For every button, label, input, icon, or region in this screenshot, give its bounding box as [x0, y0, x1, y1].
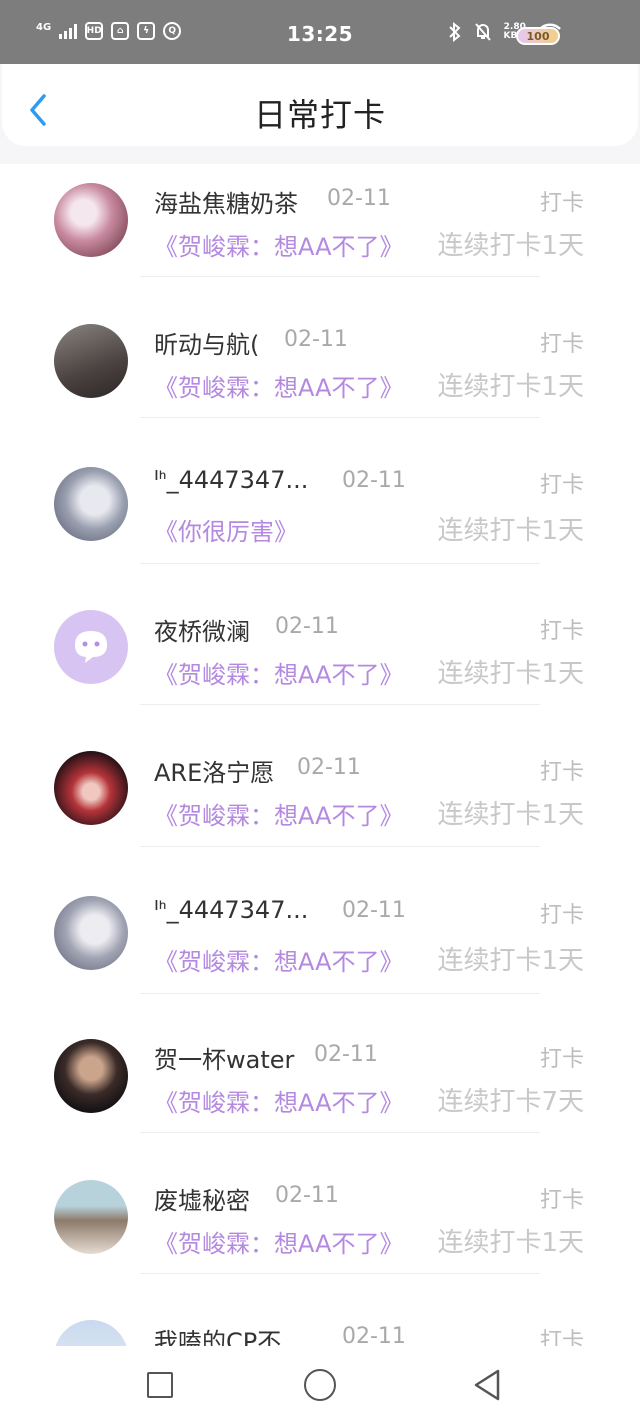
checkin-date: 02-11 — [275, 614, 339, 639]
avatar[interactable] — [54, 896, 128, 970]
list-item[interactable]: ᑊᑋ_4447347... 02-11 打卡 《贺峻霖：想AA不了》 连续打卡1… — [0, 876, 640, 1016]
streak-text: 连续打卡1天 — [437, 231, 584, 261]
divider — [140, 1132, 540, 1133]
user-name[interactable]: 废墟秘密 — [154, 1181, 250, 1216]
list-item[interactable]: ARE洛宁愿 02-11 打卡 《贺峻霖：想AA不了》 连续打卡1天 — [0, 733, 640, 873]
user-name[interactable]: 海盐焦糖奶茶 — [154, 184, 298, 219]
battery-indicator: 100 — [516, 27, 560, 45]
checkin-date: 02-11 — [342, 1324, 406, 1346]
list-item[interactable]: 昕动与航( 02-11 打卡 《贺峻霖：想AA不了》 连续打卡1天 — [0, 305, 640, 445]
list-item[interactable]: 废墟秘密 02-11 打卡 《贺峻霖：想AA不了》 连续打卡1天 — [0, 1161, 640, 1301]
checkin-date: 02-11 — [314, 1042, 378, 1067]
checkin-tag: 打卡 — [539, 1047, 584, 1072]
bluetooth-icon — [448, 22, 461, 42]
user-name[interactable]: 夜桥微澜 — [154, 612, 250, 647]
list-item[interactable]: ᑊᑋ_4447347... 02-11 打卡 《你很厉害》 连续打卡1天 — [0, 446, 640, 586]
checkin-tag: 打卡 — [539, 332, 584, 357]
mute-bell-icon — [474, 23, 491, 41]
topic-link[interactable]: 《贺峻霖：想AA不了》 — [154, 655, 404, 690]
divider — [140, 846, 540, 847]
avatar[interactable] — [54, 324, 128, 398]
avatar[interactable] — [54, 1180, 128, 1254]
streak-text: 连续打卡1天 — [437, 659, 584, 689]
avatar[interactable] — [54, 610, 128, 684]
status-bar: 4G HD ⌂ ϟ Q 13:25 2.80 KB/s 100 — [0, 0, 640, 64]
avatar[interactable] — [54, 183, 128, 257]
user-name[interactable]: 我嗑的CP不... — [154, 1322, 304, 1346]
avatar[interactable] — [54, 1320, 128, 1346]
checkin-date: 02-11 — [275, 1183, 339, 1208]
home-button[interactable] — [304, 1369, 336, 1401]
topic-link[interactable]: 《贺峻霖：想AA不了》 — [154, 796, 404, 831]
avatar[interactable] — [54, 467, 128, 541]
checkin-date: 02-11 — [284, 327, 348, 352]
user-name[interactable]: ᑊᑋ_4447347... — [154, 896, 308, 924]
list-item[interactable]: 我嗑的CP不... 02-11 打卡 — [0, 1302, 640, 1346]
topic-link[interactable]: 《你很厉害》 — [154, 512, 298, 547]
avatar[interactable] — [54, 751, 128, 825]
topic-link[interactable]: 《贺峻霖：想AA不了》 — [154, 368, 404, 403]
recent-apps-button[interactable] — [147, 1372, 173, 1398]
divider — [140, 1273, 540, 1274]
system-nav-bar — [0, 1346, 640, 1422]
divider — [140, 563, 540, 564]
topic-link[interactable]: 《贺峻霖：想AA不了》 — [154, 1083, 404, 1118]
streak-text: 连续打卡1天 — [437, 516, 584, 546]
checkin-tag: 打卡 — [539, 760, 584, 785]
avatar[interactable] — [54, 1039, 128, 1113]
checkin-tag: 打卡 — [539, 619, 584, 644]
divider — [140, 276, 540, 277]
divider — [140, 417, 540, 418]
checkin-tag: 打卡 — [539, 903, 584, 928]
user-name[interactable]: ᑊᑋ_4447347... — [154, 466, 308, 494]
checkin-tag: 打卡 — [539, 191, 584, 216]
streak-text: 连续打卡1天 — [437, 1228, 584, 1258]
checkin-date: 02-11 — [342, 898, 406, 923]
topic-link[interactable]: 《贺峻霖：想AA不了》 — [154, 227, 404, 262]
streak-text: 连续打卡1天 — [437, 372, 584, 402]
list-item[interactable]: 夜桥微澜 02-11 打卡 《贺峻霖：想AA不了》 连续打卡1天 — [0, 592, 640, 732]
list-item[interactable]: 海盐焦糖奶茶 02-11 打卡 《贺峻霖：想AA不了》 连续打卡1天 — [0, 164, 640, 304]
divider — [140, 704, 540, 705]
user-name[interactable]: ARE洛宁愿 — [154, 753, 274, 788]
header-bar: 日常打卡 — [2, 64, 638, 146]
user-name[interactable]: 昕动与航( — [154, 325, 259, 360]
streak-text: 连续打卡1天 — [437, 946, 584, 976]
topic-link[interactable]: 《贺峻霖：想AA不了》 — [154, 1224, 404, 1259]
checkin-date: 02-11 — [327, 186, 391, 211]
checkin-date: 02-11 — [342, 468, 406, 493]
divider — [140, 993, 540, 994]
user-name[interactable]: 贺一杯water — [154, 1040, 294, 1075]
checkin-tag: 打卡 — [539, 473, 584, 498]
checkin-tag: 打卡 — [539, 1329, 584, 1346]
checkin-date: 02-11 — [297, 755, 361, 780]
streak-text: 连续打卡7天 — [437, 1087, 584, 1117]
checkin-list[interactable]: 海盐焦糖奶茶 02-11 打卡 《贺峻霖：想AA不了》 连续打卡1天 昕动与航(… — [0, 164, 640, 1346]
topic-link[interactable]: 《贺峻霖：想AA不了》 — [154, 942, 404, 977]
checkin-tag: 打卡 — [539, 1188, 584, 1213]
nav-back-icon[interactable] — [472, 1368, 502, 1402]
list-item[interactable]: 贺一杯water 02-11 打卡 《贺峻霖：想AA不了》 连续打卡7天 — [0, 1020, 640, 1160]
streak-text: 连续打卡1天 — [437, 800, 584, 830]
default-avatar-icon — [75, 631, 107, 663]
page-title: 日常打卡 — [253, 96, 386, 134]
